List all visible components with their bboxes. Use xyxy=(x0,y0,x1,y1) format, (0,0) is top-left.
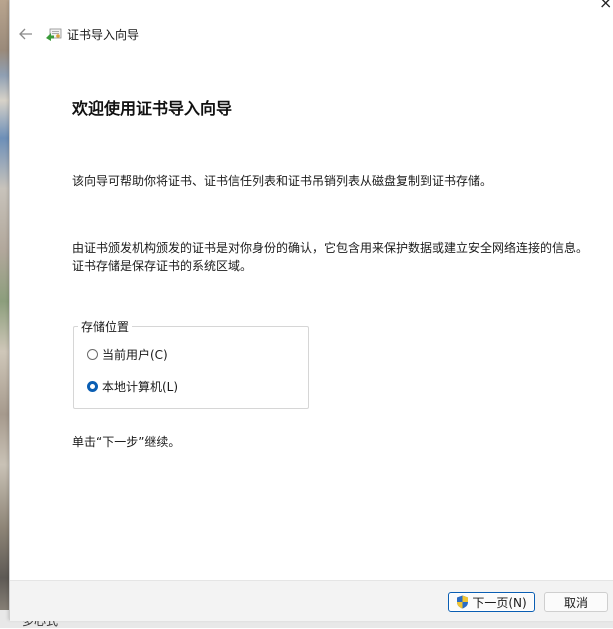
background-desktop-strip xyxy=(0,0,9,628)
store-location-legend: 存储位置 xyxy=(78,318,133,335)
radio-local-machine[interactable]: 本地计算机(L) xyxy=(87,378,178,395)
window-title: 证书导入向导 xyxy=(67,28,140,42)
wizard-footer: 下一页(N) 取消 xyxy=(10,580,613,621)
page-heading: 欢迎使用证书导入向导 xyxy=(72,99,233,118)
arrow-left-icon xyxy=(19,28,32,40)
certificate-import-wizard-window: × 证书导入向导 欢迎使用证书导入向导 该向导可帮助你将证书、证书信任列表和证书… xyxy=(9,0,613,621)
radio-local-machine-label: 本地计算机(L) xyxy=(102,380,179,394)
radio-current-user[interactable]: 当前用户(C) xyxy=(87,346,168,363)
back-button[interactable] xyxy=(16,25,36,43)
intro-paragraph: 该向导可帮助你将证书、证书信任列表和证书吊销列表从磁盘复制到证书存储。 xyxy=(72,174,493,188)
certificate-wizard-icon xyxy=(46,28,62,41)
description-paragraph: 由证书颁发机构颁发的证书是对你身份的确认，它包含用来保护数据或建立安全网络连接的… xyxy=(72,241,589,273)
continue-hint: 单击“下一步”继续。 xyxy=(72,435,181,449)
next-button[interactable]: 下一页(N) xyxy=(448,592,535,612)
radio-current-user-button[interactable] xyxy=(87,349,98,360)
next-button-label: 下一页(N) xyxy=(472,595,527,610)
radio-local-machine-button[interactable] xyxy=(87,381,98,392)
close-button[interactable]: × xyxy=(599,0,612,11)
radio-current-user-label: 当前用户(C) xyxy=(102,348,168,362)
cancel-button[interactable]: 取消 xyxy=(544,592,608,612)
cancel-button-label: 取消 xyxy=(563,595,588,610)
uac-shield-icon xyxy=(457,595,469,609)
store-location-groupbox xyxy=(73,326,309,409)
